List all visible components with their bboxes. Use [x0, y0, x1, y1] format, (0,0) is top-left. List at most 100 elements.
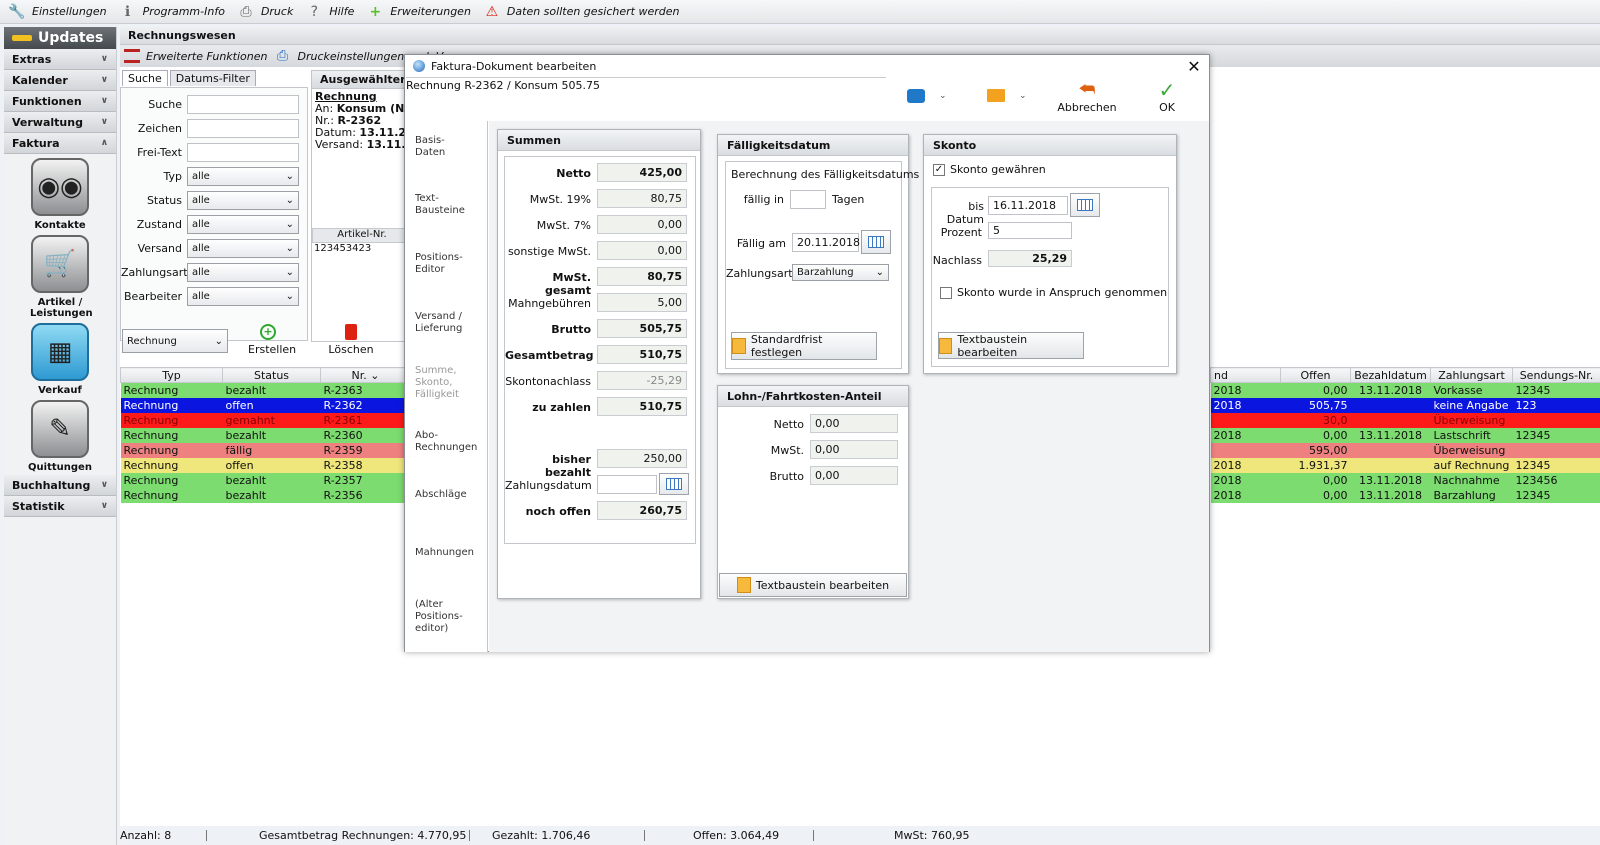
quittungen-button[interactable]: ✎ Quittungen — [4, 400, 116, 473]
backup-warning[interactable]: ⚠ Daten sollten gesichert werden — [483, 3, 680, 21]
cancel-button[interactable]: ⮪ Abbrechen — [1057, 79, 1117, 115]
table-row[interactable]: Rechnung fällig R-2359 — [120, 442, 411, 458]
col-typ[interactable]: Typ — [120, 367, 223, 383]
close-icon[interactable]: ✕ — [1185, 57, 1203, 76]
dialog-nav-item[interactable]: Text- Bausteine — [415, 193, 465, 217]
faellig-date-picker[interactable] — [861, 230, 891, 254]
table-row[interactable]: Rechnung bezahlt R-2363 — [120, 382, 411, 398]
table-row[interactable]: 30,0 Überweisung — [1210, 412, 1600, 428]
doc-type-select[interactable]: Rechnung ⌄ — [122, 329, 228, 353]
versand-select[interactable]: alle ⌄ — [187, 239, 299, 258]
sidebar-section-extras[interactable]: Extras ∨ — [4, 49, 116, 70]
skonto-genommen-checkbox[interactable]: Skonto wurde in Anspruch genommen — [940, 286, 1167, 299]
table-row[interactable]: 2018 0,00 13.11.2018 Lastschrift 12345 — [1210, 427, 1600, 443]
ok-button[interactable]: ✓ OK — [1147, 80, 1187, 114]
faellig-in-input[interactable] — [790, 190, 826, 209]
freitext-input[interactable] — [187, 143, 299, 162]
cell-bezahldatum: 13.11.2018 — [1350, 382, 1431, 398]
lohn-mwst-field[interactable]: 0,00 — [810, 440, 898, 459]
table-row[interactable]: 2018 0,00 13.11.2018 Barzahlung 12345 — [1210, 487, 1600, 503]
table-row[interactable]: 2018 1.931,37 auf Rechnung 12345 — [1210, 457, 1600, 473]
status-select[interactable]: alle ⌄ — [187, 191, 299, 210]
table-row[interactable]: Rechnung offen R-2358 — [120, 457, 411, 473]
dialog-nav-item[interactable]: (Alter Positions- editor) — [415, 599, 463, 635]
print-menu[interactable]: ⎙ Druck — [237, 3, 293, 21]
cell-bezahldatum — [1350, 412, 1431, 428]
dialog-nav-item[interactable]: Versand / Lieferung — [415, 311, 462, 335]
faellig-zahlungsart-select[interactable]: Barzahlung ⌄ — [792, 264, 889, 281]
skonto-gewaehren-checkbox[interactable]: ✓ Skonto gewähren — [933, 163, 1046, 176]
envelope-icon — [987, 89, 1005, 102]
faellig-am-input[interactable]: 20.11.2018 — [792, 233, 860, 252]
typ-select[interactable]: alle ⌄ — [187, 167, 299, 186]
col-sendungsnr[interactable]: Sendungs-Nr. — [1512, 367, 1600, 383]
table-row[interactable]: 2018 0,00 13.11.2018 Vorkasse 12345 — [1210, 382, 1600, 398]
verkauf-button[interactable]: ▦ Verkauf — [4, 323, 116, 396]
tab-suche[interactable]: Suche — [122, 70, 168, 86]
cell-faellig: 2018 — [1210, 472, 1281, 488]
advanced-functions[interactable]: Erweiterte Funktionen — [146, 50, 267, 63]
search-panel: Suche Zeichen Frei-Text Typ alle ⌄ Status… — [120, 87, 308, 341]
undo-arrow-icon: ⮪ — [1078, 79, 1096, 100]
zahlungsdatum-picker[interactable] — [659, 473, 689, 495]
standardfrist-button[interactable]: Standardfrist festlegen — [731, 332, 877, 360]
zeichen-input[interactable] — [187, 119, 299, 138]
dialog-nav-item[interactable]: Mahnungen — [415, 547, 474, 559]
table-row[interactable]: Rechnung gemahnt R-2361 — [120, 412, 411, 428]
col-nr[interactable]: Nr. ⌄ — [320, 367, 411, 383]
sidebar-section-faktura[interactable]: Faktura ∧ — [4, 133, 116, 154]
menu-icon[interactable] — [124, 49, 140, 63]
table-row[interactable]: Rechnung bezahlt R-2356 — [120, 487, 411, 503]
skonto-textbaustein-button[interactable]: Textbaustein bearbeiten — [938, 332, 1084, 359]
summen-label: Zahlungsdatum — [505, 479, 592, 492]
lohn-textbaustein-button[interactable]: Textbaustein bearbeiten — [719, 573, 907, 597]
dialog-nav-item[interactable]: Abo- Rechnungen — [415, 430, 477, 454]
search-input[interactable] — [187, 95, 299, 114]
dialog-nav-item[interactable]: Abschläge — [415, 489, 467, 501]
zahlungsart-select[interactable]: alle ⌄ — [187, 263, 299, 282]
skonto-bis-datum-input[interactable]: 16.11.2018 — [988, 196, 1068, 215]
sidebar-section-kalender[interactable]: Kalender ∨ — [4, 70, 116, 91]
create-button[interactable]: + Erstellen — [248, 324, 296, 356]
table-row[interactable]: Rechnung offen R-2362 — [120, 397, 411, 413]
email-button[interactable]: ⌄ — [987, 89, 1027, 102]
extensions-menu[interactable]: + Erweiterungen — [366, 3, 470, 21]
sidebar-section-buchhaltung[interactable]: Buchhaltung ∨ — [4, 475, 116, 496]
lohn-brutto-field[interactable]: 0,00 — [810, 466, 898, 485]
table-row[interactable]: 2018 0,00 13.11.2018 Nachnahme 123456 — [1210, 472, 1600, 488]
sidebar-section-verwaltung[interactable]: Verwaltung ∨ — [4, 112, 116, 133]
summen-value: 0,00 — [597, 215, 687, 234]
table-row[interactable]: 2018 505,75 keine Angabe 123 — [1210, 397, 1600, 413]
sidebar-section-statistik[interactable]: Statistik ∨ — [4, 496, 116, 517]
bearbeiter-select[interactable]: alle ⌄ — [187, 287, 299, 306]
dialog-nav-item[interactable]: Basis- Daten — [415, 135, 445, 159]
col-bezahldatum[interactable]: Bezahldatum — [1350, 367, 1431, 383]
kontakte-button[interactable]: ◉◉ Kontakte — [4, 158, 116, 231]
settings-menu[interactable]: 🔧 Einstellungen — [8, 3, 106, 21]
print-button[interactable]: ⌄ — [907, 89, 947, 103]
delete-button[interactable]: Löschen — [328, 324, 374, 356]
updates-button[interactable]: Updates — [4, 27, 116, 49]
lohn-netto-field[interactable]: 0,00 — [810, 414, 898, 433]
table-row[interactable]: 595,00 Überweisung — [1210, 442, 1600, 458]
zahlungsdatum-input[interactable] — [597, 475, 657, 494]
zustand-select[interactable]: alle ⌄ — [187, 215, 299, 234]
col-offen[interactable]: Offen — [1280, 367, 1351, 383]
summen-value: 5,00 — [597, 293, 687, 312]
col-zahlungsart[interactable]: Zahlungsart — [1430, 367, 1513, 383]
sidebar-section-funktionen[interactable]: Funktionen ∨ — [4, 91, 116, 112]
dialog-nav-item[interactable]: Summe, Skonto, Fälligkeit — [415, 365, 459, 401]
skonto-date-picker[interactable] — [1070, 193, 1100, 217]
col-status[interactable]: Status — [222, 367, 321, 383]
program-info-menu[interactable]: ℹ Programm-Info — [119, 3, 225, 21]
cell-zahlungsart: Lastschrift — [1430, 427, 1513, 443]
help-menu[interactable]: ? Hilfe — [305, 3, 355, 21]
dialog-nav-item[interactable]: Positions- Editor — [415, 252, 463, 276]
table-row[interactable]: Rechnung bezahlt R-2357 — [120, 472, 411, 488]
col-faellig[interactable]: nd — [1210, 367, 1281, 383]
table-row[interactable]: Rechnung bezahlt R-2360 — [120, 427, 411, 443]
skonto-prozent-input[interactable]: 5 — [988, 222, 1072, 239]
artikel-button[interactable]: 🛒 Artikel / Leistungen — [4, 235, 116, 319]
cell-typ: Rechnung — [120, 442, 223, 458]
tab-datums-filter[interactable]: Datums-Filter — [169, 70, 256, 86]
